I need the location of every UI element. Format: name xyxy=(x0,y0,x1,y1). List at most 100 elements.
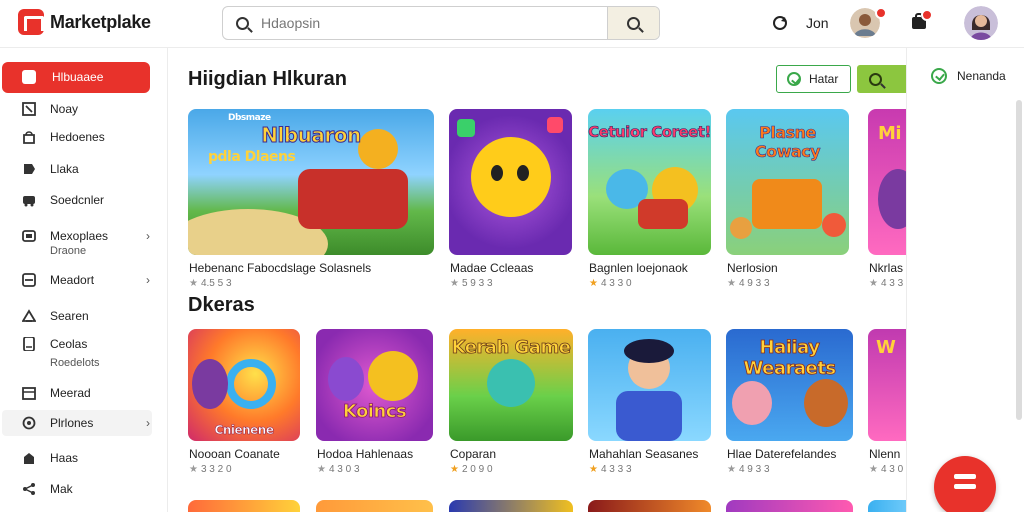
avatar-user[interactable] xyxy=(964,6,998,40)
star-icon: ★ xyxy=(869,278,878,289)
game-thumbnail-partial[interactable] xyxy=(588,500,711,512)
game-title: Nlenn xyxy=(869,447,901,461)
sidebar-item-label: Haas xyxy=(50,451,79,465)
game-title: Hlae Daterefelandes xyxy=(727,447,837,461)
game-thumbnail-partial[interactable] xyxy=(316,500,433,512)
right-panel-item[interactable]: Nenanda xyxy=(931,68,1006,84)
search-button[interactable] xyxy=(607,7,659,39)
sidebar-item-4[interactable]: Soedcnler xyxy=(0,191,160,209)
game-thumbnail-partial[interactable] xyxy=(726,500,853,512)
floating-action-button[interactable] xyxy=(934,456,996,512)
game-title: Coparan xyxy=(450,447,497,461)
section-title-more: Dkeras xyxy=(188,294,255,316)
game-title: Hebenanc Fabocdslage Solasnels xyxy=(189,261,372,275)
sidebar-item-8[interactable]: Ceolas xyxy=(0,335,160,353)
game-title: Hodoa Hahlenaas xyxy=(317,447,414,461)
game-title: Nkrlas xyxy=(869,261,904,275)
game-title: Bagnlen loejonaok xyxy=(589,261,688,275)
top-bar: Marketplake Jon xyxy=(0,0,1024,48)
game-thumbnail: Mi xyxy=(868,109,906,255)
bag-icon xyxy=(23,131,35,144)
game-title: Noooan Coanate xyxy=(189,447,280,461)
sidebar-item-label: Meerad xyxy=(50,386,91,400)
sidebar-item-11[interactable]: Haas xyxy=(0,449,160,467)
marketplace-logo-icon xyxy=(18,9,44,35)
game-rating: 4 3 3 xyxy=(880,278,904,289)
sidebar-item-label: Soedcnler xyxy=(50,193,105,207)
section-title-featured: Hiigdian Hlkuran xyxy=(188,68,347,90)
notification-badge xyxy=(875,7,887,19)
sidebar-item-label: Hedoenes xyxy=(50,130,105,144)
green-action-button[interactable] xyxy=(857,65,906,93)
star-icon: ★ xyxy=(589,464,598,475)
game-thumbnail: Nlbuaron pdla Dlaens Dbsmaze xyxy=(188,109,434,255)
sidebar-item-3[interactable]: Llaka xyxy=(0,160,160,178)
sidebar-item-9[interactable]: Meerad xyxy=(0,384,160,402)
game-thumbnail-partial[interactable] xyxy=(868,500,906,512)
sidebar-item-12[interactable]: Mak xyxy=(0,480,160,498)
filter-button[interactable]: Hatar xyxy=(776,65,851,93)
game-art-text: Cetuior Coreet! xyxy=(588,123,711,142)
sidebar-item-label: Noay xyxy=(50,102,79,116)
game-art-text: Plasne Cowacy xyxy=(754,123,821,162)
game-title: Mahahlan Seasanes xyxy=(589,447,699,461)
chevron-right-icon: › xyxy=(146,229,150,243)
game-rating: 4.5 5 3 xyxy=(200,278,232,289)
game-art-subtext: pdla Dlaens xyxy=(208,149,296,165)
sidebar-item-2[interactable]: Hedoenes xyxy=(0,128,160,146)
game-thumbnail: Cnienene xyxy=(188,329,300,441)
refresh-icon[interactable] xyxy=(771,14,789,32)
sidebar-item-5[interactable]: Mexoplaes › xyxy=(0,227,160,245)
star-icon: ★ xyxy=(589,278,598,289)
star-icon: ★ xyxy=(189,278,198,289)
game-rating: 4 9 3 3 xyxy=(738,464,770,475)
game-thumbnail xyxy=(588,329,711,441)
game-title: Nerlosion xyxy=(727,261,778,275)
sidebar-item-7[interactable]: Searen xyxy=(0,307,160,325)
search-icon xyxy=(223,7,261,39)
search-small-icon xyxy=(869,72,882,86)
game-rating: 3 3 2 0 xyxy=(200,464,232,475)
star-icon: ★ xyxy=(869,464,878,475)
star-icon: ★ xyxy=(727,278,736,289)
check-circle-icon xyxy=(931,68,947,84)
bus-icon xyxy=(23,196,35,207)
sidebar-item-active[interactable]: Hlbuaaee xyxy=(2,62,150,93)
game-thumbnail-partial[interactable] xyxy=(449,500,573,512)
search-bar xyxy=(222,6,660,40)
game-thumbnail: W xyxy=(868,329,906,441)
tag-icon xyxy=(24,164,35,174)
search-input[interactable] xyxy=(261,7,607,39)
book-icon xyxy=(22,230,36,242)
sidebar: Hlbuaaee Noay Hedoenes Llaka Soedcnler M… xyxy=(0,48,168,512)
store-icon xyxy=(22,70,36,84)
user-name[interactable]: Jon xyxy=(806,15,829,31)
sidebar-item-sublabel: Roedelots xyxy=(50,357,100,369)
game-art-text: Haiiay Wearaets xyxy=(743,337,836,380)
sidebar-item-1[interactable]: Noay xyxy=(0,100,160,118)
grid-icon xyxy=(22,273,36,287)
game-art-text: Kerah Game xyxy=(451,337,571,359)
brand-logo[interactable]: Marketplake xyxy=(18,9,151,35)
game-title: Madae Ccleaas xyxy=(450,261,534,275)
game-art-text: Koincs xyxy=(342,401,407,423)
right-panel-item-label: Nenanda xyxy=(957,69,1006,83)
game-art-text: Mi xyxy=(878,123,902,144)
sidebar-item-label: Meadort xyxy=(50,273,95,287)
sidebar-item-10[interactable]: Plrlones › xyxy=(2,410,152,436)
phone-icon xyxy=(23,337,35,351)
game-rating: 5 9 3 3 xyxy=(461,278,493,289)
scrollbar[interactable] xyxy=(1016,100,1022,420)
game-thumbnail: Kerah Game xyxy=(449,329,573,441)
game-thumbnail: Koincs xyxy=(316,329,433,441)
chevron-right-icon: › xyxy=(146,416,150,430)
game-thumbnail-partial[interactable] xyxy=(188,500,300,512)
game-rating: 4 9 3 3 xyxy=(738,278,770,289)
sidebar-item-label: Ceolas xyxy=(50,337,88,351)
game-rating: 4 3 0 3 xyxy=(328,464,360,475)
chevron-right-icon: › xyxy=(146,273,150,287)
sidebar-item-label: Mexoplaes xyxy=(50,229,109,243)
search-button-icon xyxy=(627,16,640,30)
filter-button-label: Hatar xyxy=(809,72,839,86)
sidebar-item-6[interactable]: Meadort › xyxy=(0,271,160,289)
